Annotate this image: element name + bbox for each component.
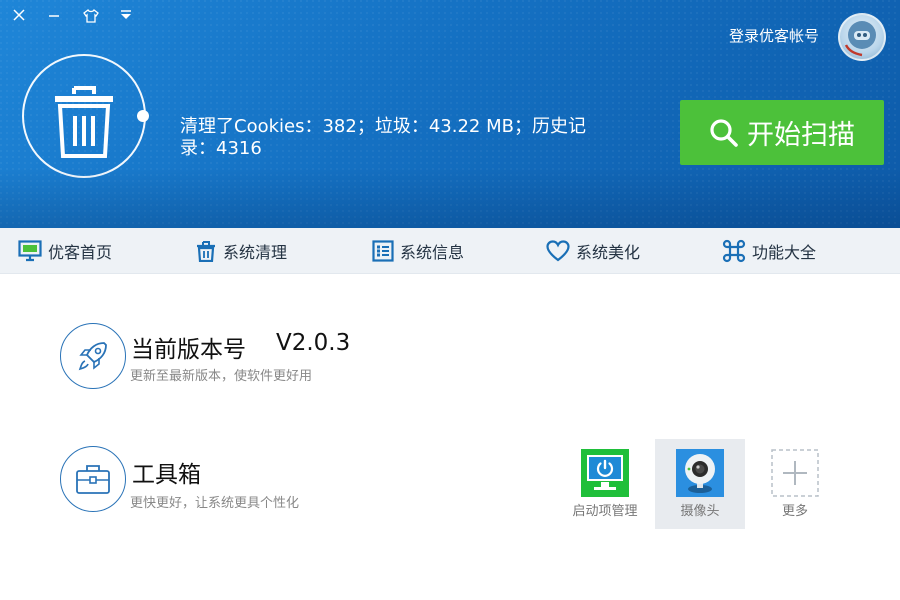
login-link[interactable]: 登录优客帐号 [729,25,819,46]
app-window: 登录优客帐号 清理了Cookies：382；垃圾：43.22 MB；历史记录：4… [0,0,900,600]
plus-icon [771,449,819,497]
progress-dot [137,110,149,122]
toolbox-icon [60,446,126,512]
cleanup-stats: 清理了Cookies：382；垃圾：43.22 MB；历史记录：4316 [180,116,586,159]
nav-item-home[interactable]: 优客首页 [18,228,112,274]
list-icon [372,240,394,262]
avatar[interactable] [838,13,886,61]
nav-item-label: 系统清理 [223,243,288,262]
nav-item-label: 优客首页 [48,243,113,262]
start-scan-label: 开始扫描 [747,120,855,151]
version-subtitle: 更新至最新版本，使软件更好用 [130,369,313,384]
trash-icon [197,241,215,262]
minimize-icon[interactable] [43,6,65,26]
toolbox-subtitle: 更快更好，让系统更具个性化 [130,496,300,511]
power-monitor-icon [581,449,629,497]
main-nav: 优客首页 系统清理 系统信息 系统美化 功能大全 [0,228,900,274]
menu-dropdown-icon[interactable] [115,6,137,26]
tool-webcam[interactable]: 摄像头 [655,439,745,529]
nav-item-label: 系统美化 [576,243,641,262]
tool-more[interactable]: 更多 [750,439,840,529]
version-title: 当前版本号 [131,337,246,363]
tool-label: 摄像头 [680,504,720,519]
nav-item-label: 功能大全 [752,243,817,262]
nav-item-beautify[interactable]: 系统美化 [546,228,640,274]
tool-label: 更多 [781,504,808,519]
skin-icon[interactable] [80,6,102,26]
nav-item-system-info[interactable]: 系统信息 [372,228,464,274]
toolbox-title: 工具箱 [132,462,201,488]
nav-item-features[interactable]: 功能大全 [722,228,816,274]
nav-item-system-clean[interactable]: 系统清理 [195,228,287,274]
monitor-icon [18,240,42,262]
trash-icon [55,86,113,158]
tool-label: 启动项管理 [572,504,638,519]
nav-item-label: 系统信息 [400,243,465,262]
command-icon [722,239,746,263]
heart-icon [546,240,570,262]
rocket-icon [60,323,126,389]
version-number: V2.0.3 [276,330,351,356]
search-icon [710,118,738,147]
tool-startup-manager[interactable]: 启动项管理 [560,439,650,529]
start-scan-button[interactable]: 开始扫描 [680,100,884,165]
webcam-icon [676,449,724,497]
header-banner: 登录优客帐号 清理了Cookies：382；垃圾：43.22 MB；历史记录：4… [0,0,900,228]
close-icon[interactable] [8,6,30,26]
